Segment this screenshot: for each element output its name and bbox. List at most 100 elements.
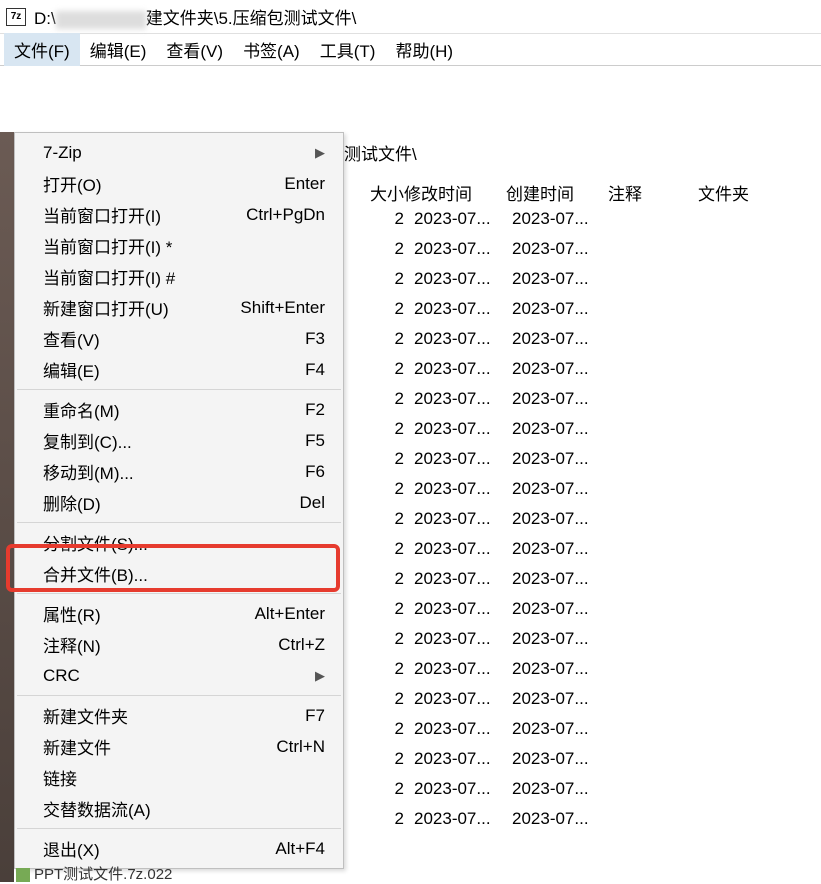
table-row[interactable]: 22023-07...2023-07...	[348, 684, 608, 714]
table-row[interactable]: 22023-07...2023-07...	[348, 324, 608, 354]
menu-item[interactable]: 编辑(E)F4	[15, 354, 343, 385]
table-row[interactable]: 22023-07...2023-07...	[348, 234, 608, 264]
menu-edit[interactable]: 编辑(E)	[80, 33, 157, 66]
table-row[interactable]: 22023-07...2023-07...	[348, 354, 608, 384]
cell-modified: 2023-07...	[404, 479, 506, 499]
cell-created: 2023-07...	[506, 299, 608, 319]
table-row[interactable]: 22023-07...2023-07...	[348, 624, 608, 654]
menu-file[interactable]: 文件(F)	[4, 33, 80, 66]
menu-item[interactable]: 查看(V)F3	[15, 323, 343, 354]
menu-item[interactable]: 7-Zip▶	[15, 137, 343, 168]
menu-item[interactable]: 属性(R)Alt+Enter	[15, 598, 343, 629]
path-fragment[interactable]: 测试文件\	[344, 140, 417, 165]
col-modified[interactable]: 修改时间	[404, 178, 506, 207]
cell-created: 2023-07...	[506, 569, 608, 589]
cell-size: 2	[348, 659, 404, 679]
table-row[interactable]: 22023-07...2023-07...	[348, 384, 608, 414]
menu-item-shortcut: Ctrl+N	[276, 737, 325, 757]
menu-item-label: 移动到(M)...	[43, 459, 134, 484]
menu-item-label: 编辑(E)	[43, 357, 100, 382]
table-row[interactable]: 22023-07...2023-07...	[348, 594, 608, 624]
file-rows: 22023-07...2023-07...22023-07...2023-07.…	[348, 204, 608, 834]
cell-size: 2	[348, 299, 404, 319]
table-row[interactable]: 22023-07...2023-07...	[348, 744, 608, 774]
cell-created: 2023-07...	[506, 719, 608, 739]
menu-item[interactable]: 当前窗口打开(I) #	[15, 261, 343, 292]
window-title: D:\建文件夹\5.压缩包测试文件\	[34, 4, 356, 29]
table-row[interactable]: 22023-07...2023-07...	[348, 504, 608, 534]
table-row[interactable]: 22023-07...2023-07...	[348, 564, 608, 594]
menu-item-label: 查看(V)	[43, 326, 100, 351]
menu-item[interactable]: 链接	[15, 762, 343, 793]
submenu-arrow-icon: ▶	[315, 668, 325, 684]
table-row[interactable]: 22023-07...2023-07...	[348, 714, 608, 744]
menu-item[interactable]: 重命名(M)F2	[15, 394, 343, 425]
table-row[interactable]: 22023-07...2023-07...	[348, 264, 608, 294]
menu-item[interactable]: 当前窗口打开(I)Ctrl+PgDn	[15, 199, 343, 230]
menu-item[interactable]: 合并文件(B)...	[15, 558, 343, 589]
menu-item[interactable]: 移动到(M)...F6	[15, 456, 343, 487]
menu-item[interactable]: 分割文件(S)...	[15, 527, 343, 558]
cell-size: 2	[348, 569, 404, 589]
cell-modified: 2023-07...	[404, 389, 506, 409]
cell-modified: 2023-07...	[404, 749, 506, 769]
table-row[interactable]: 22023-07...2023-07...	[348, 804, 608, 834]
cell-created: 2023-07...	[506, 359, 608, 379]
menu-bookmark[interactable]: 书签(A)	[233, 33, 310, 66]
column-headers: 大小 修改时间 创建时间 注释 文件夹	[348, 178, 778, 207]
table-row[interactable]: 22023-07...2023-07...	[348, 474, 608, 504]
menu-item-label: 当前窗口打开(I) #	[43, 264, 175, 289]
cell-created: 2023-07...	[506, 419, 608, 439]
menu-tools[interactable]: 工具(T)	[310, 33, 386, 66]
cell-modified: 2023-07...	[404, 509, 506, 529]
menu-item-label: 注释(N)	[43, 632, 101, 657]
cell-size: 2	[348, 599, 404, 619]
cell-modified: 2023-07...	[404, 599, 506, 619]
cell-created: 2023-07...	[506, 659, 608, 679]
table-row[interactable]: 22023-07...2023-07...	[348, 654, 608, 684]
cell-size: 2	[348, 719, 404, 739]
menu-item[interactable]: 退出(X)Alt+F4	[15, 833, 343, 864]
menu-item-shortcut: Alt+Enter	[255, 604, 325, 624]
menu-item-label: 链接	[43, 765, 77, 790]
table-row[interactable]: 22023-07...2023-07...	[348, 774, 608, 804]
menu-item-shortcut: F5	[305, 431, 325, 451]
bottom-row-peek: PPT测试文件.7z.022	[16, 863, 172, 884]
cell-created: 2023-07...	[506, 329, 608, 349]
menu-item-label: 当前窗口打开(I)	[43, 202, 161, 227]
col-comment[interactable]: 注释	[608, 178, 698, 207]
menu-separator	[17, 593, 341, 594]
menu-item-label: 交替数据流(A)	[43, 796, 151, 821]
table-row[interactable]: 22023-07...2023-07...	[348, 534, 608, 564]
table-row[interactable]: 22023-07...2023-07...	[348, 444, 608, 474]
menu-item[interactable]: 新建文件Ctrl+N	[15, 731, 343, 762]
menu-item[interactable]: 新建文件夹F7	[15, 700, 343, 731]
menu-item-shortcut: Del	[299, 493, 325, 513]
cell-size: 2	[348, 779, 404, 799]
menu-help[interactable]: 帮助(H)	[385, 33, 463, 66]
cell-size: 2	[348, 809, 404, 829]
menu-view[interactable]: 查看(V)	[156, 33, 233, 66]
cell-modified: 2023-07...	[404, 299, 506, 319]
menu-item[interactable]: 当前窗口打开(I) *	[15, 230, 343, 261]
menu-separator	[17, 522, 341, 523]
table-row[interactable]: 22023-07...2023-07...	[348, 204, 608, 234]
menu-item[interactable]: CRC▶	[15, 660, 343, 691]
menu-item[interactable]: 注释(N)Ctrl+Z	[15, 629, 343, 660]
menu-item[interactable]: 复制到(C)...F5	[15, 425, 343, 456]
menu-item[interactable]: 打开(O)Enter	[15, 168, 343, 199]
col-size[interactable]: 大小	[348, 178, 404, 207]
col-created[interactable]: 创建时间	[506, 178, 608, 207]
cell-created: 2023-07...	[506, 779, 608, 799]
table-row[interactable]: 22023-07...2023-07...	[348, 414, 608, 444]
menu-item[interactable]: 删除(D)Del	[15, 487, 343, 518]
menu-item-label: 合并文件(B)...	[43, 561, 148, 586]
cell-modified: 2023-07...	[404, 419, 506, 439]
table-row[interactable]: 22023-07...2023-07...	[348, 294, 608, 324]
menu-item[interactable]: 交替数据流(A)	[15, 793, 343, 824]
cell-size: 2	[348, 239, 404, 259]
cell-created: 2023-07...	[506, 209, 608, 229]
cell-size: 2	[348, 329, 404, 349]
menu-item[interactable]: 新建窗口打开(U)Shift+Enter	[15, 292, 343, 323]
col-folder[interactable]: 文件夹	[698, 178, 778, 207]
